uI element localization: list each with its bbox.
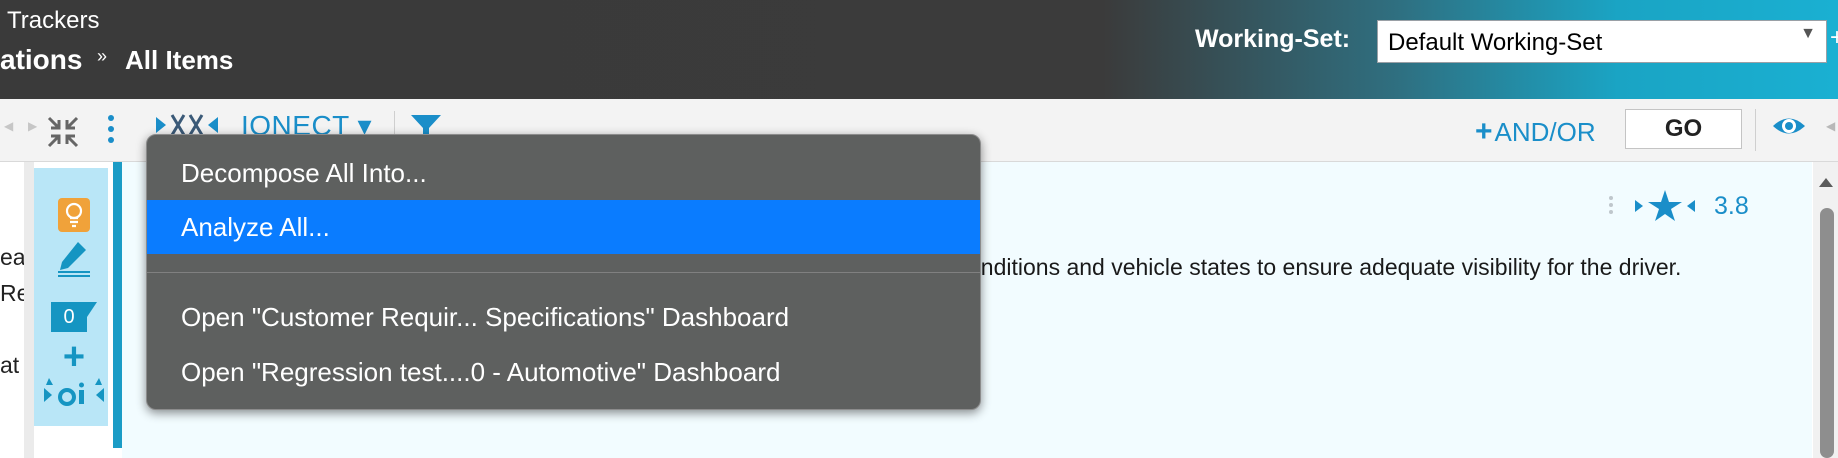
scroll-left-icon[interactable]: ◀ (4, 119, 13, 133)
plus-icon: + (1475, 115, 1493, 148)
collapse-icon[interactable] (46, 115, 80, 149)
plus-icon[interactable]: + (58, 338, 90, 376)
header-edge-icon[interactable]: + (1830, 24, 1838, 52)
rating-star-icon[interactable] (1633, 188, 1697, 224)
item-description: onditions and vehicle states to ensure a… (968, 254, 1682, 280)
vertical-scrollbar[interactable] (1813, 162, 1838, 458)
truncated-text: at (0, 352, 20, 378)
gutter (24, 162, 34, 458)
scroll-up-icon[interactable] (1819, 178, 1833, 187)
menu-item-decompose-all[interactable]: Decompose All Into... (147, 146, 980, 200)
go-button[interactable]: GO (1625, 109, 1742, 149)
chevron-down-icon: ▼ (1800, 25, 1816, 42)
comment-count-badge[interactable]: 0 (51, 302, 97, 332)
edit-icon[interactable] (56, 240, 92, 280)
kebab-menu-icon[interactable] (108, 115, 116, 147)
working-set-label: Working-Set: (1195, 25, 1351, 53)
eye-icon[interactable] (1771, 113, 1807, 139)
menu-item-open-customer-dashboard[interactable]: Open "Customer Requir... Specifications"… (147, 290, 980, 344)
item-accent-bar (113, 162, 122, 448)
menu-item-open-regression-dashboard[interactable]: Open "Regression test....0 - Automotive"… (147, 345, 980, 399)
trackers-label[interactable]: Trackers (7, 7, 99, 35)
working-set-select[interactable]: Default Working-Set ▼ (1377, 20, 1827, 63)
scroll-right-icon[interactable]: ▶ (28, 119, 37, 133)
and-or-button[interactable]: +AND/OR (1475, 115, 1596, 149)
ai-icon[interactable] (42, 376, 106, 414)
menu-item-analyze-all[interactable]: Analyze All... (147, 200, 980, 254)
context-menu: Decompose All Into... Analyze All... Ope… (146, 134, 981, 410)
scrollbar-thumb[interactable] (1820, 208, 1834, 458)
rating-value[interactable]: 3.8 (1714, 192, 1749, 221)
kebab-menu-icon[interactable] (1609, 196, 1613, 214)
working-set-value: Default Working-Set (1388, 29, 1603, 56)
breadcrumb-current: All Items (125, 45, 234, 75)
breadcrumb-parent[interactable]: ations (0, 44, 82, 76)
menu-divider (147, 272, 980, 273)
truncated-text: ea (0, 244, 26, 270)
app-header: Trackers ations » All Items Working-Set:… (0, 0, 1838, 99)
scroll-left-icon[interactable]: ◀ (1826, 119, 1835, 133)
comment-count: 0 (51, 302, 87, 332)
breadcrumb-separator: » (97, 46, 108, 66)
and-or-label: AND/OR (1494, 117, 1596, 147)
lightbulb-icon[interactable] (58, 198, 90, 232)
toolbar-divider (1755, 109, 1756, 151)
